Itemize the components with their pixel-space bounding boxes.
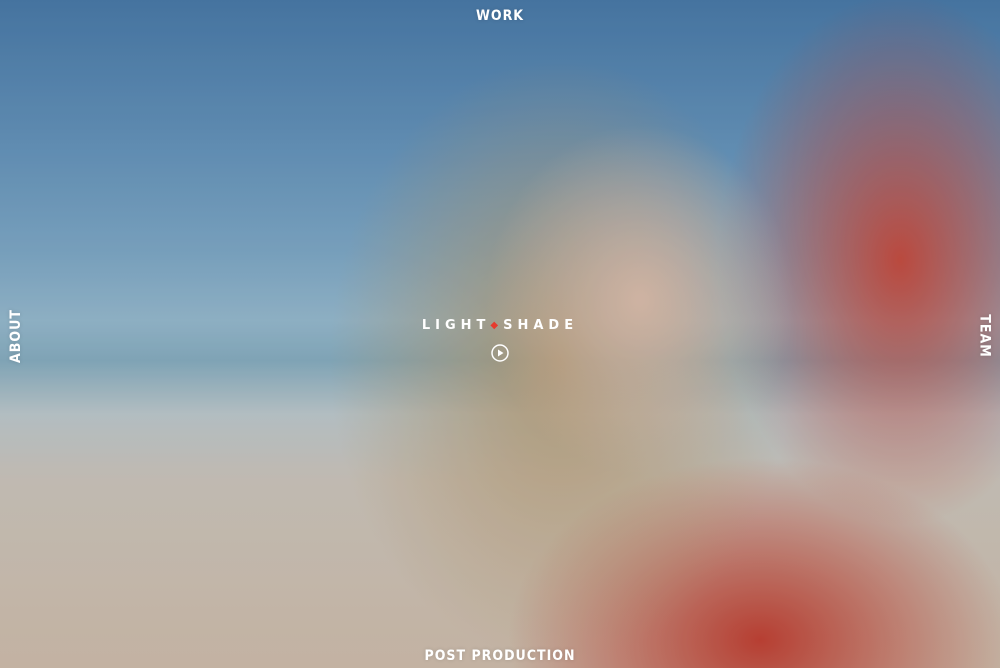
logo-text-shade: SHADE: [503, 318, 579, 333]
nav-team-link[interactable]: TEAM: [976, 314, 992, 357]
nav-post-production-link[interactable]: POST PRODUCTION: [424, 648, 575, 664]
hero-background-image: [0, 0, 1000, 668]
hero-stage: WORK ABOUT TEAM POST PRODUCTION LIGHT ◆ …: [0, 0, 1000, 668]
play-circle-icon[interactable]: [491, 344, 509, 362]
nav-about-link[interactable]: ABOUT: [8, 309, 24, 363]
nav-work-link[interactable]: WORK: [476, 8, 524, 24]
logo-diamond-icon: ◆: [490, 320, 499, 331]
brand-logo[interactable]: LIGHT ◆ SHADE: [422, 318, 578, 333]
logo-text-light: LIGHT: [421, 318, 491, 333]
